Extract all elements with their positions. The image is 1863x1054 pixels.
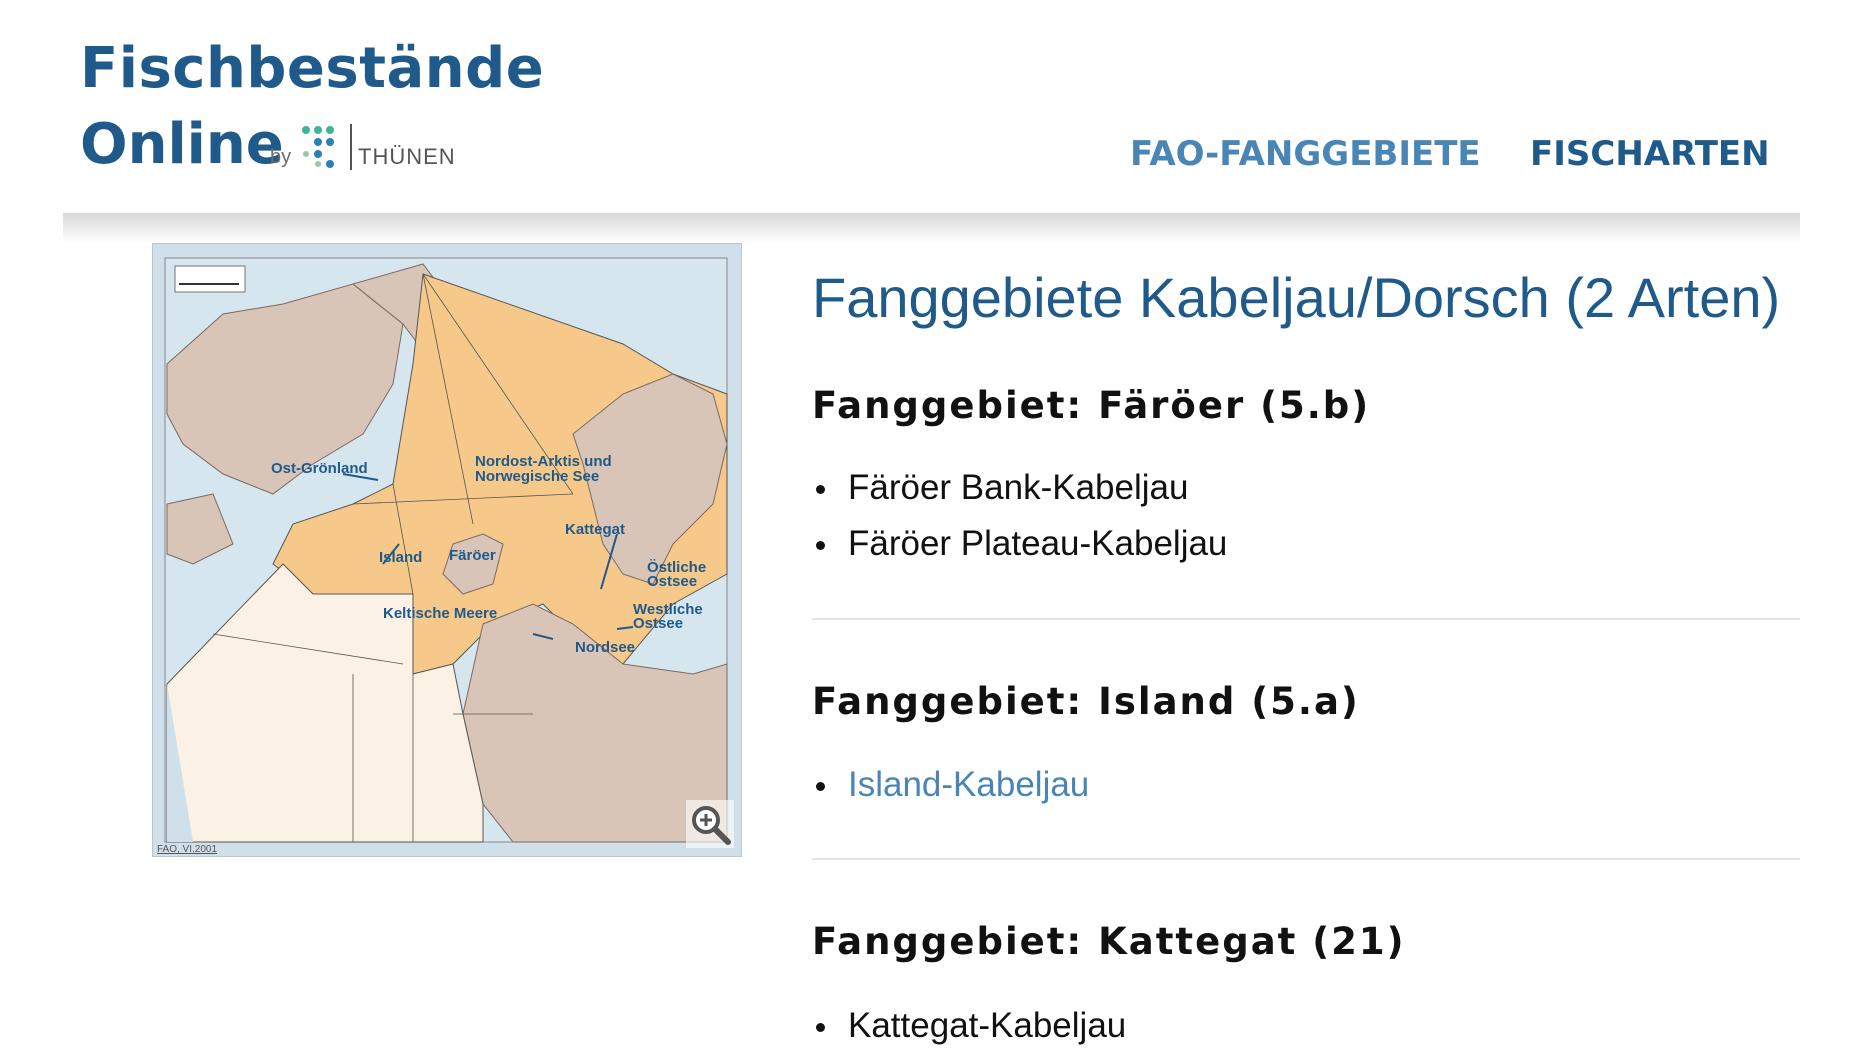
section-heading-island: Fanggebiet: Island (5.a)	[812, 680, 1360, 723]
list-item: Färöer Bank-Kabeljau	[816, 460, 1227, 516]
map-graphic: Ost-Grönland Nordost-Arktis und Norwegis…	[153, 244, 741, 856]
by-label: by	[270, 146, 292, 168]
header-shadow	[63, 213, 1800, 243]
nav-fao-fanggebiete[interactable]: FAO-FANGGEBIETE	[1130, 134, 1481, 174]
map-label-ost-groenland: Ost-Grönland	[271, 460, 368, 477]
map-label-island: Island	[379, 549, 422, 566]
divider	[812, 618, 1800, 620]
section-heading-faroer: Fanggebiet: Färöer (5.b)	[812, 384, 1371, 427]
zoom-in-icon[interactable]	[686, 800, 734, 848]
map-label-nordsee: Nordsee	[575, 639, 635, 656]
fao-area-map[interactable]: Ost-Grönland Nordost-Arktis und Norwegis…	[152, 243, 742, 857]
section-heading-kattegat: Fanggebiet: Kattegat (21)	[812, 920, 1406, 963]
divider	[812, 858, 1800, 860]
site-header: Fischbestände Online by THÜNEN FAO-FANGG…	[0, 0, 1863, 215]
map-label-kattegat: Kattegat	[565, 521, 625, 538]
logo-subtitle[interactable]: Online	[80, 112, 284, 177]
map-label-keltische: Keltische Meere	[383, 605, 497, 622]
page-title: Fanggebiete Kabeljau/Dorsch (2 Arten)	[812, 266, 1781, 329]
map-label-westliche-2: Ostsee	[633, 615, 683, 632]
map-label-nordost-2: Norwegische See	[475, 468, 599, 485]
map-source: FAO, VI.2001	[157, 844, 217, 855]
map-label-faroer: Färöer	[449, 547, 496, 564]
map-label-oestliche-2: Ostsee	[647, 573, 697, 590]
logo-title[interactable]: Fischbestände	[80, 36, 544, 101]
list-item: Kattegat-Kabeljau	[816, 998, 1126, 1054]
species-list-kattegat: Kattegat-Kabeljau	[816, 998, 1126, 1054]
species-list-faroer: Färöer Bank-Kabeljau Färöer Plateau-Kabe…	[816, 460, 1227, 572]
species-list-island: Island-Kabeljau	[816, 757, 1089, 813]
list-item: Färöer Plateau-Kabeljau	[816, 516, 1227, 572]
thuenen-wordmark: THÜNEN	[358, 144, 456, 169]
thuenen-logo-icon	[302, 126, 334, 168]
nav-fischarten[interactable]: FISCHARTEN	[1530, 134, 1770, 174]
logo-divider	[350, 124, 352, 170]
list-item-link[interactable]: Island-Kabeljau	[816, 757, 1089, 813]
species-link-island-kabeljau[interactable]: Island-Kabeljau	[848, 765, 1089, 804]
